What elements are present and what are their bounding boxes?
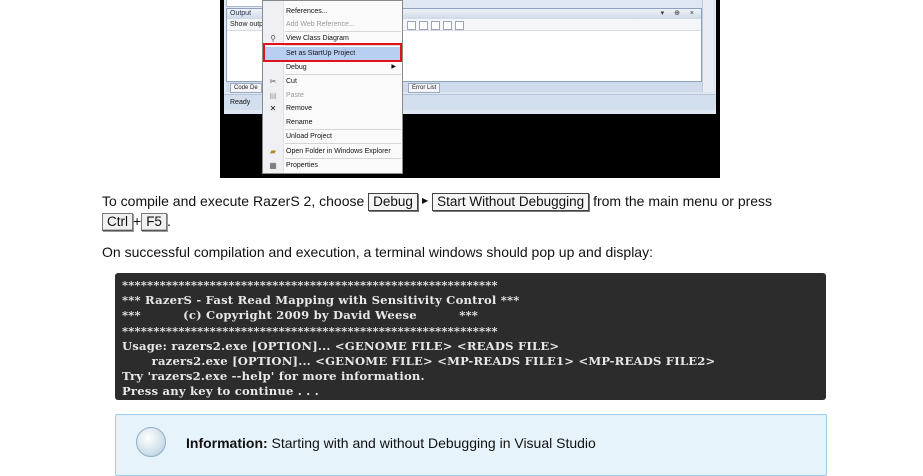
output-toolbar-icons[interactable] xyxy=(407,21,467,34)
class-diagram-icon: ⚲ xyxy=(270,34,276,43)
menu-item-properties[interactable]: ▦ Properties xyxy=(263,159,402,172)
menu-item-label: Cut xyxy=(286,78,297,85)
menu-item-label: Add Web Reference... xyxy=(286,21,355,28)
menu-item-label: References... xyxy=(286,8,328,15)
output-title: Output xyxy=(230,10,252,17)
menu-item-label: Remove xyxy=(286,105,313,112)
menu-item-cut[interactable]: ✂ Cut xyxy=(263,75,402,88)
folder-icon: ▰ xyxy=(269,147,277,156)
success-text: On successful compilation and execution,… xyxy=(102,244,653,260)
context-menu: References... Add Web Reference... ⚲ Vie… xyxy=(262,0,403,174)
menu-item-remove[interactable]: ✕ Remove xyxy=(263,102,402,115)
menu-item-open-folder[interactable]: ▰ Open Folder in Windows Explorer xyxy=(263,145,402,158)
menu-item-label: Debug xyxy=(286,64,307,71)
remove-x-icon: ✕ xyxy=(269,104,277,113)
information-text: Information: Starting with and without D… xyxy=(186,435,596,451)
highlight-annotation-box xyxy=(263,43,402,62)
menu-debug-label: Debug xyxy=(368,193,418,211)
paste-icon: ▤ xyxy=(269,91,277,100)
key-plus: + xyxy=(133,213,142,229)
menu-item-references[interactable]: References... xyxy=(263,5,402,18)
menu-separator xyxy=(285,143,401,144)
menu-item-label: Paste xyxy=(286,92,304,99)
compile-text-prefix: To compile and execute RazerS 2, choose xyxy=(102,193,365,209)
compile-text-suffix: . xyxy=(166,213,171,229)
information-label: Information: xyxy=(186,435,268,451)
menu-item-label: Rename xyxy=(286,119,313,126)
menu-item-add-web-reference[interactable]: Add Web Reference... xyxy=(263,18,402,31)
menu-item-paste[interactable]: ▤ Paste xyxy=(263,89,402,102)
terminal-output-block: ****************************************… xyxy=(115,273,826,400)
menu-item-label: Open Folder in Windows Explorer xyxy=(286,148,391,155)
menu-item-unload-project[interactable]: Unload Project xyxy=(263,130,402,143)
scissors-icon: ✂ xyxy=(269,77,277,86)
show-output-label: Show outp xyxy=(230,21,264,28)
key-ctrl: Ctrl xyxy=(102,213,133,231)
compile-text-middle: from the main menu or press xyxy=(593,193,773,209)
scrollbar[interactable] xyxy=(702,0,713,92)
menu-item-label: Properties xyxy=(286,162,318,169)
status-text: Ready xyxy=(230,99,251,106)
key-f5: F5 xyxy=(141,213,167,231)
tab-code-definition[interactable]: Code De xyxy=(230,83,262,93)
menu-item-rename[interactable]: Rename xyxy=(263,116,402,129)
compile-instructions: To compile and execute RazerS 2, choose … xyxy=(102,191,862,231)
toolbar-fragment xyxy=(226,0,263,7)
properties-icon: ▦ xyxy=(269,161,277,170)
information-box: Information: Starting with and without D… xyxy=(115,414,827,476)
menu-item-label: Unload Project xyxy=(286,133,332,140)
lightbulb-icon xyxy=(136,427,166,457)
tab-error-list[interactable]: Error List xyxy=(408,83,441,93)
menu-start-without-debugging-label: Start Without Debugging xyxy=(432,193,590,211)
panel-controls[interactable]: ▾ ⊕ × xyxy=(661,9,698,19)
menu-path-arrow-icon: ▶ xyxy=(421,196,429,205)
terminal-output: ****************************************… xyxy=(122,278,716,399)
information-body: Starting with and without Debugging in V… xyxy=(271,435,596,451)
submenu-arrow-icon: ▶ xyxy=(391,64,396,70)
menu-item-debug[interactable]: Debug ▶ xyxy=(263,61,402,74)
